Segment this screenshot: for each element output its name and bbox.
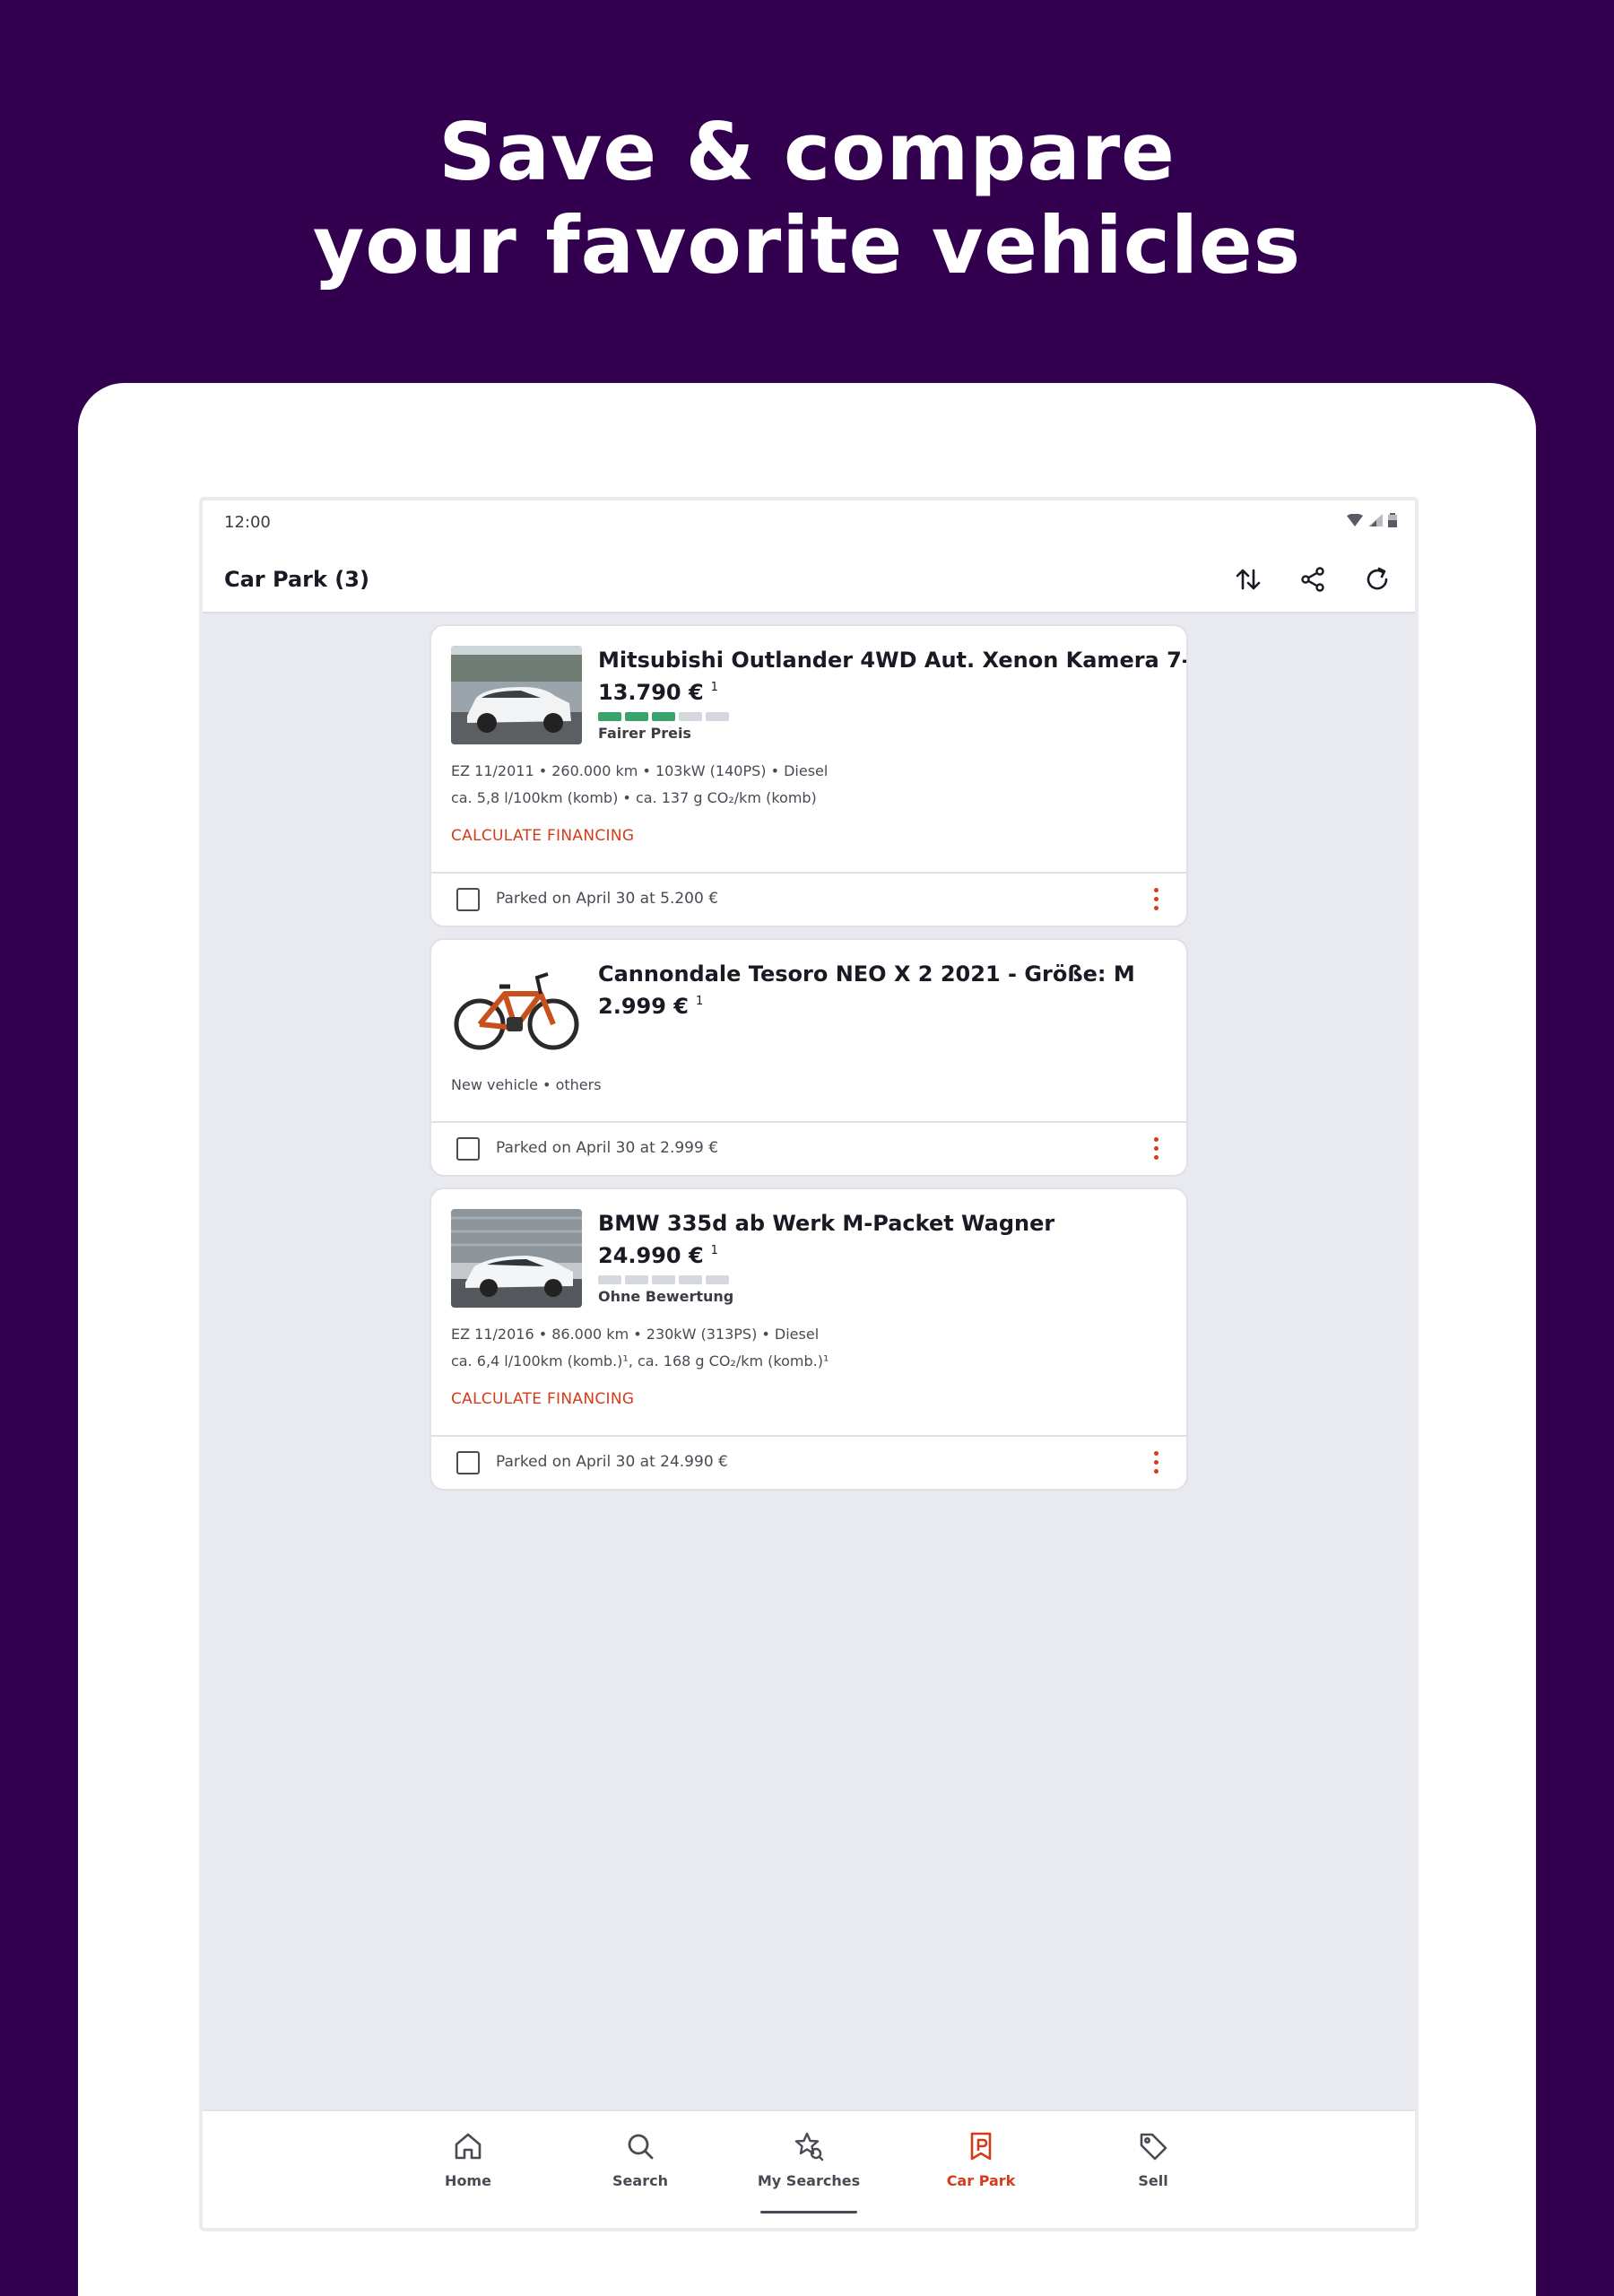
refresh-button[interactable] <box>1358 560 1397 599</box>
more-options-button[interactable] <box>1154 888 1159 913</box>
nav-focus-indicator <box>760 2211 857 2213</box>
more-icon <box>1154 888 1158 892</box>
rating-segment <box>679 712 702 721</box>
listing-price: 13.790 € 1 <box>598 680 718 705</box>
more-options-button[interactable] <box>1154 1137 1159 1162</box>
status-icons <box>1347 513 1397 527</box>
rating-segment <box>598 712 621 721</box>
parked-info: Parked on April 30 at 5.200 € <box>496 890 719 908</box>
listing-specs: EZ 11/2016 • 86.000 km • 230kW (313PS) •… <box>451 1326 820 1343</box>
price-footnote: 1 <box>695 995 704 1008</box>
card-footer: Parked on April 30 at 24.990 € <box>431 1435 1186 1489</box>
card-footer: Parked on April 30 at 2.999 € <box>431 1121 1186 1175</box>
listing-card[interactable]: Mitsubishi Outlander 4WD Aut. Xenon Kame… <box>430 624 1188 927</box>
more-icon <box>1154 1451 1158 1456</box>
car-park-icon <box>970 2132 992 2161</box>
car-photo <box>451 646 582 744</box>
rating-segment <box>625 712 648 721</box>
car-park-list: Mitsubishi Outlander 4WD Aut. Xenon Kame… <box>203 613 1415 2113</box>
signal-icon <box>1368 514 1383 526</box>
compare-checkbox[interactable] <box>456 1137 480 1161</box>
more-icon <box>1154 1137 1158 1142</box>
calculate-financing-link[interactable]: CALCULATE FINANCING <box>451 827 634 845</box>
rating-segment <box>652 1275 675 1284</box>
refresh-icon <box>1367 567 1388 590</box>
rating-segment <box>652 712 675 721</box>
price-rating-bar <box>598 1275 729 1284</box>
nav-label: Search <box>612 2172 668 2189</box>
price-value: 24.990 € <box>598 1243 704 1268</box>
promo-headline-line1: Save & compare <box>438 106 1176 198</box>
promo-headline: Save & compare your favorite vehicles <box>0 106 1614 292</box>
battery-icon <box>1388 513 1397 527</box>
listing-thumbnail[interactable] <box>451 646 582 744</box>
card-footer: Parked on April 30 at 5.200 € <box>431 872 1186 926</box>
nav-my-searches[interactable]: My Searches <box>755 2129 863 2189</box>
listing-card[interactable]: Cannondale Tesoro NEO X 2 2021 - Größe: … <box>430 938 1188 1177</box>
listing-specs: EZ 11/2011 • 260.000 km • 103kW (140PS) … <box>451 762 829 779</box>
rating-segment <box>706 1275 729 1284</box>
share-icon <box>1301 567 1324 592</box>
listing-price: 24.990 € 1 <box>598 1243 718 1268</box>
price-value: 13.790 € <box>598 680 704 705</box>
bottom-nav: Home Search My Searches Car Park Sell <box>203 2109 1415 2228</box>
status-time: 12:00 <box>224 513 271 532</box>
parked-info: Parked on April 30 at 24.990 € <box>496 1453 728 1471</box>
nav-sell[interactable]: Sell <box>1099 2129 1207 2189</box>
price-value: 2.999 € <box>598 994 689 1019</box>
saved-search-icon <box>794 2132 824 2161</box>
nav-car-park[interactable]: Car Park <box>927 2129 1035 2189</box>
price-footnote: 1 <box>710 1244 718 1257</box>
share-button[interactable] <box>1293 560 1332 599</box>
listing-consumption: ca. 6,4 l/100km (komb.)¹, ca. 168 g CO₂/… <box>451 1352 829 1370</box>
listing-card[interactable]: BMW 335d ab Werk M-Packet Wagner 24.990 … <box>430 1187 1188 1491</box>
search-icon <box>628 2134 654 2160</box>
status-bar: 12:00 <box>203 500 1415 545</box>
page-title: Car Park (3) <box>224 567 369 592</box>
car-photo <box>451 1209 582 1308</box>
parked-info: Parked on April 30 at 2.999 € <box>496 1139 719 1157</box>
nav-search[interactable]: Search <box>586 2129 694 2189</box>
price-footnote: 1 <box>710 681 718 694</box>
listing-thumbnail[interactable] <box>451 960 582 1058</box>
sort-button[interactable] <box>1228 560 1268 599</box>
more-options-button[interactable] <box>1154 1451 1159 1476</box>
listing-thumbnail[interactable] <box>451 1209 582 1308</box>
rating-segment <box>598 1275 621 1284</box>
nav-label: Sell <box>1138 2172 1168 2189</box>
app-bar: Car Park (3) <box>203 545 1415 613</box>
rating-segment <box>706 712 729 721</box>
app-bar-actions <box>1228 560 1397 599</box>
price-rating-label: Fairer Preis <box>598 725 691 742</box>
listing-price: 2.999 € 1 <box>598 994 703 1019</box>
tag-icon <box>1140 2133 1167 2161</box>
rating-segment <box>625 1275 648 1284</box>
home-icon <box>455 2133 482 2160</box>
sort-icon <box>1236 569 1261 590</box>
listing-title[interactable]: BMW 335d ab Werk M-Packet Wagner <box>598 1211 1054 1236</box>
compare-checkbox[interactable] <box>456 888 480 911</box>
nav-label: Car Park <box>946 2172 1016 2189</box>
nav-home[interactable]: Home <box>414 2129 522 2189</box>
promo-headline-line2: your favorite vehicles <box>312 199 1302 291</box>
calculate-financing-link[interactable]: CALCULATE FINANCING <box>451 1390 634 1408</box>
compare-checkbox[interactable] <box>456 1451 480 1474</box>
listing-title[interactable]: Cannondale Tesoro NEO X 2 2021 - Größe: … <box>598 961 1135 987</box>
bike-photo <box>451 960 582 1058</box>
nav-label: Home <box>445 2172 491 2189</box>
nav-label: My Searches <box>757 2172 861 2189</box>
listing-specs: New vehicle • others <box>451 1076 602 1093</box>
wifi-icon <box>1347 514 1363 526</box>
rating-segment <box>679 1275 702 1284</box>
listing-title[interactable]: Mitsubishi Outlander 4WD Aut. Xenon Kame… <box>598 648 1186 673</box>
app-screen: 12:00 Car Park (3) Mitsubishi Outlander … <box>199 497 1419 2231</box>
price-rating-label: Ohne Bewertung <box>598 1288 734 1305</box>
listing-consumption: ca. 5,8 l/100km (komb) • ca. 137 g CO₂/k… <box>451 789 817 806</box>
price-rating-bar <box>598 712 729 721</box>
